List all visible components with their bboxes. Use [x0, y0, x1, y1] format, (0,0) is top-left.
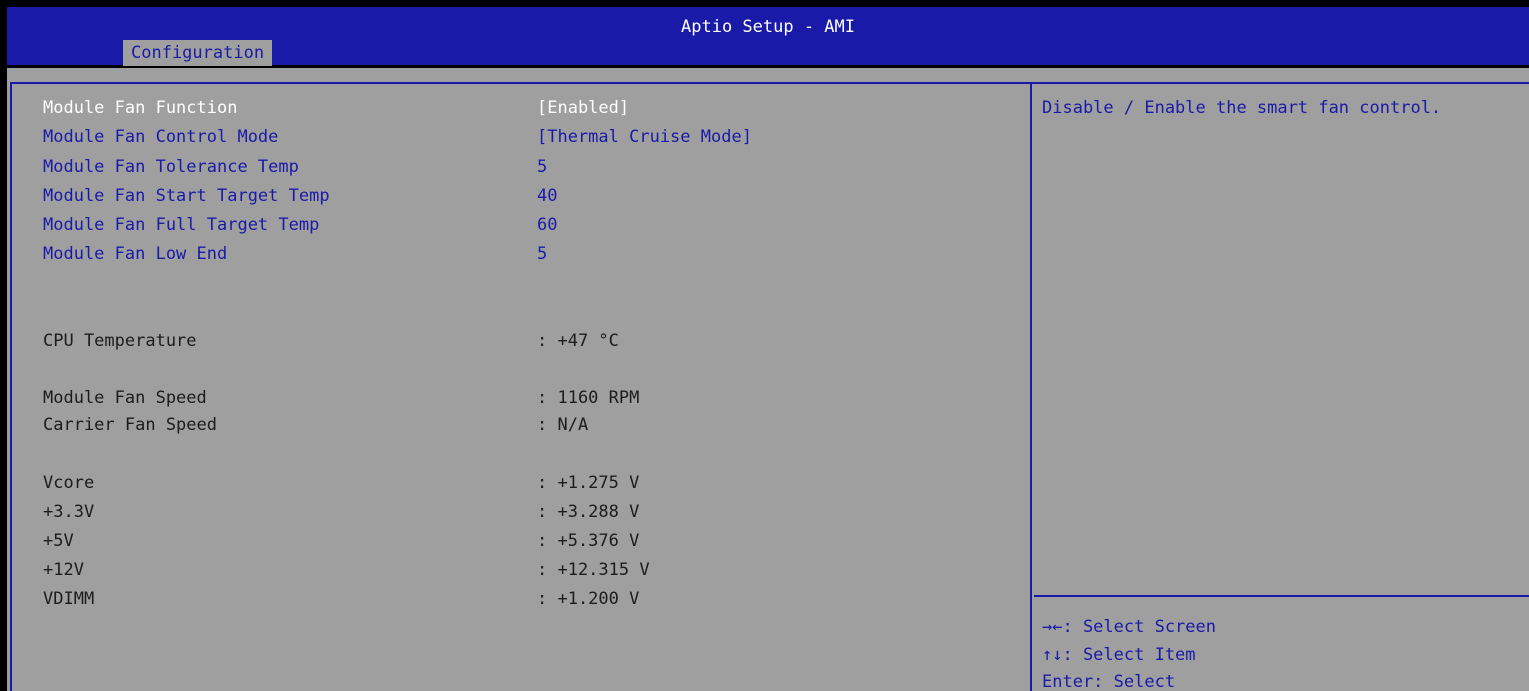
setting-value[interactable]: [Thermal Cruise Mode] [537, 125, 752, 149]
setting-value[interactable]: 60 [537, 213, 557, 237]
reading-12v: +12V : +12.315 V [43, 558, 1023, 582]
reading-label: +3.3V [43, 502, 95, 522]
reading-cpu-temperature: CPU Temperature : +47 °C [43, 329, 1023, 353]
setting-label: Module Fan Control Mode [43, 127, 279, 147]
setting-value[interactable]: 40 [537, 184, 557, 208]
reading-label: Carrier Fan Speed [43, 415, 217, 435]
reading-vcore: Vcore : +1.275 V [43, 471, 1023, 495]
reading-vdimm: VDIMM : +1.200 V [43, 587, 1023, 611]
setting-module-fan-low-end[interactable]: Module Fan Low End 5 [43, 242, 1023, 266]
bios-screen: Aptio Setup - AMI Configuration Module F… [0, 0, 1529, 691]
setting-module-fan-tolerance-temp[interactable]: Module Fan Tolerance Temp 5 [43, 155, 1023, 179]
reading-value: : +3.288 V [537, 502, 640, 522]
help-text: Disable / Enable the smart fan control. [1042, 98, 1442, 118]
setting-module-fan-full-target-temp[interactable]: Module Fan Full Target Temp 60 [43, 213, 1023, 237]
reading-value: : +1.275 V [537, 473, 640, 493]
setting-label: Module Fan Low End [43, 244, 228, 264]
setting-module-fan-control-mode[interactable]: Module Fan Control Mode [Thermal Cruise … [43, 125, 1023, 149]
reading-module-fan-speed: Module Fan Speed : 1160 RPM [43, 386, 1023, 410]
key-hint-select-item: ↑↓: Select Item [1042, 645, 1196, 665]
title-bar: Aptio Setup - AMI Configuration [7, 7, 1529, 66]
reading-value: : +12.315 V [537, 560, 650, 580]
reading-label: Vcore [43, 473, 95, 493]
key-hint-select-screen: →←: Select Screen [1042, 617, 1216, 637]
reading-value: : 1160 RPM [537, 388, 640, 408]
reading-label: +5V [43, 531, 74, 551]
reading-carrier-fan-speed: Carrier Fan Speed : N/A [43, 413, 1023, 437]
reading-label: CPU Temperature [43, 331, 197, 351]
setting-module-fan-function[interactable]: Module Fan Function [Enabled] [43, 96, 1023, 120]
setting-label: Module Fan Full Target Temp [43, 215, 320, 235]
reading-label: VDIMM [43, 589, 95, 609]
setting-label: Module Fan Tolerance Temp [43, 157, 299, 177]
reading-label: +12V [43, 560, 84, 580]
reading-value: : +1.200 V [537, 589, 640, 609]
setting-label: Module Fan Function [43, 98, 238, 118]
reading-value: : N/A [537, 415, 589, 435]
setting-label: Module Fan Start Target Temp [43, 186, 330, 206]
setting-value[interactable]: 5 [537, 242, 547, 266]
app-title: Aptio Setup - AMI [681, 17, 855, 37]
setting-module-fan-start-target-temp[interactable]: Module Fan Start Target Temp 40 [43, 184, 1023, 208]
reading-5v: +5V : +5.376 V [43, 529, 1023, 553]
key-hint-enter-select: Enter: Select [1042, 672, 1176, 691]
help-divider [1034, 595, 1529, 597]
tab-configuration[interactable]: Configuration [123, 40, 273, 66]
setting-value[interactable]: 5 [537, 155, 547, 179]
reading-value: : +47 °C [537, 331, 619, 351]
reading-3-3v: +3.3V : +3.288 V [43, 500, 1023, 524]
reading-value: : +5.376 V [537, 531, 640, 551]
help-panel [1032, 82, 1529, 691]
reading-label: Module Fan Speed [43, 388, 207, 408]
setting-value[interactable]: [Enabled] [537, 96, 629, 120]
